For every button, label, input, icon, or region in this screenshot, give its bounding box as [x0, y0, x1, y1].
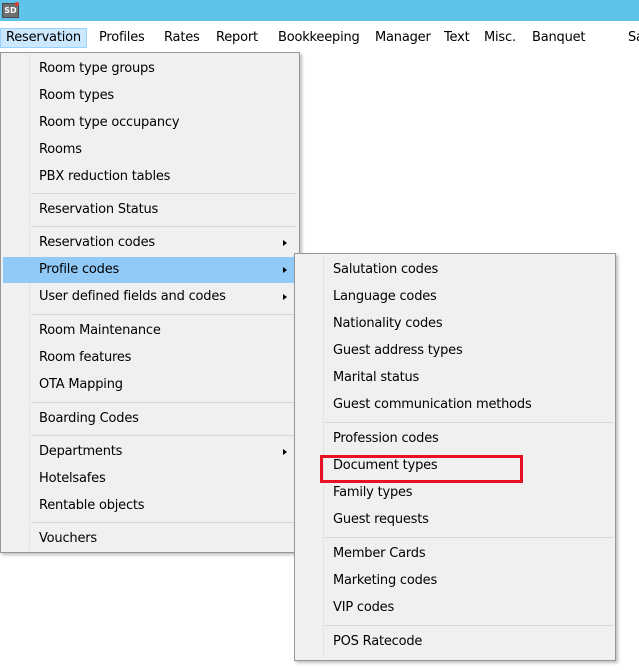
menu-item-label: Room features: [39, 350, 132, 365]
menu-item-guest-requests[interactable]: Guest requests: [297, 507, 613, 533]
menu-item-room-maintenance[interactable]: Room Maintenance: [3, 318, 297, 344]
menu-item-label: Profile codes: [39, 262, 120, 277]
profile-codes-menu: Salutation codes Language codes National…: [294, 253, 616, 661]
menu-item-label: Room type occupancy: [39, 115, 180, 130]
menu-item-family-types[interactable]: Family types: [297, 480, 613, 506]
submenu-arrow-icon: [283, 267, 287, 273]
menu-item-vip-codes[interactable]: VIP codes: [297, 595, 613, 621]
menubar-manager[interactable]: Manager: [375, 28, 431, 48]
menubar-profiles[interactable]: Profiles: [99, 28, 145, 48]
menu-item-user-defined-fields[interactable]: User defined fields and codes: [3, 284, 297, 310]
menu-item-ota-mapping[interactable]: OTA Mapping: [3, 372, 297, 398]
menu-item-label: Hotelsafes: [39, 471, 106, 486]
menu-item-label: Salutation codes: [333, 262, 439, 277]
menu-separator: [31, 193, 297, 194]
menu-separator: [31, 522, 297, 523]
menubar-sa[interactable]: Sa: [628, 28, 639, 48]
menu-item-label: Guest address types: [333, 343, 463, 358]
menu-item-label: PBX reduction tables: [39, 169, 171, 184]
menu-item-label: Room types: [39, 88, 114, 103]
submenu-arrow-icon: [283, 294, 287, 300]
menu-item-label: Language codes: [333, 289, 437, 304]
menu-item-boarding-codes[interactable]: Boarding Codes: [3, 406, 297, 432]
menu-item-rentable-objects[interactable]: Rentable objects: [3, 493, 297, 519]
menu-item-room-features[interactable]: Room features: [3, 345, 297, 371]
menu-item-pos-ratecode[interactable]: POS Ratecode: [297, 629, 613, 655]
menu-item-label: Room Maintenance: [39, 323, 161, 338]
menu-item-room-type-occupancy[interactable]: Room type occupancy: [3, 110, 297, 136]
menu-item-label: Room type groups: [39, 61, 155, 76]
menu-item-guest-communication-methods[interactable]: Guest communication methods: [297, 392, 613, 418]
menubar-banquet[interactable]: Banquet: [532, 28, 586, 48]
menu-item-label: User defined fields and codes: [39, 289, 226, 304]
menu-item-label: Vouchers: [39, 531, 97, 546]
menu-item-label: Rooms: [39, 142, 82, 157]
submenu-arrow-icon: [283, 240, 287, 246]
menu-item-marital-status[interactable]: Marital status: [297, 365, 613, 391]
menu-item-hotelsafes[interactable]: Hotelsafes: [3, 466, 297, 492]
menu-item-label: Marketing codes: [333, 573, 438, 588]
menu-separator: [31, 226, 297, 227]
menu-item-member-cards[interactable]: Member Cards: [297, 541, 613, 567]
title-bar: SD: [0, 0, 639, 21]
menu-item-label: Reservation Status: [39, 202, 159, 217]
menu-item-label: Reservation codes: [39, 235, 155, 250]
menubar-reservation[interactable]: Reservation: [0, 28, 87, 48]
menu-bar: Reservation Profiles Rates Report Bookke…: [0, 21, 639, 53]
menu-separator: [31, 435, 297, 436]
menu-separator: [31, 314, 297, 315]
menu-item-label: Guest requests: [333, 512, 429, 527]
menu-item-label: Guest communication methods: [333, 397, 532, 412]
menu-item-label: Marital status: [333, 370, 420, 385]
menu-item-label: Nationality codes: [333, 316, 443, 331]
menu-item-label: VIP codes: [333, 600, 395, 615]
menu-item-departments[interactable]: Departments: [3, 439, 297, 465]
menu-separator: [31, 402, 297, 403]
menu-item-profile-codes[interactable]: Profile codes: [3, 257, 297, 283]
menu-item-room-type-groups[interactable]: Room type groups: [3, 56, 297, 82]
menu-item-label: Boarding Codes: [39, 411, 139, 426]
menu-item-label: Departments: [39, 444, 123, 459]
menubar-rates[interactable]: Rates: [164, 28, 200, 48]
menu-item-guest-address-types[interactable]: Guest address types: [297, 338, 613, 364]
menu-separator: [325, 537, 613, 538]
menu-item-salutation-codes[interactable]: Salutation codes: [297, 257, 613, 283]
menu-item-document-types[interactable]: Document types: [297, 453, 613, 479]
menubar-bookkeeping[interactable]: Bookkeeping: [278, 28, 360, 48]
menubar-text[interactable]: Text: [444, 28, 470, 48]
menu-item-nationality-codes[interactable]: Nationality codes: [297, 311, 613, 337]
menu-item-pbx-reduction-tables[interactable]: PBX reduction tables: [3, 164, 297, 190]
reservation-menu: Room type groups Room types Room type oc…: [0, 52, 300, 553]
menu-separator: [325, 625, 613, 626]
menubar-report[interactable]: Report: [216, 28, 258, 48]
menu-item-room-types[interactable]: Room types: [3, 83, 297, 109]
menu-item-profession-codes[interactable]: Profession codes: [297, 426, 613, 452]
menu-item-label: Profession codes: [333, 431, 439, 446]
menu-item-label: Member Cards: [333, 546, 426, 561]
menubar-misc[interactable]: Misc.: [484, 28, 516, 48]
menu-item-label: POS Ratecode: [333, 634, 423, 649]
menu-item-reservation-status[interactable]: Reservation Status: [3, 197, 297, 223]
menu-item-label: Family types: [333, 485, 413, 500]
menu-item-reservation-codes[interactable]: Reservation codes: [3, 230, 297, 256]
menu-item-language-codes[interactable]: Language codes: [297, 284, 613, 310]
menu-item-rooms[interactable]: Rooms: [3, 137, 297, 163]
menu-item-label: Document types: [333, 458, 438, 473]
menu-item-vouchers[interactable]: Vouchers: [3, 526, 297, 552]
menu-item-label: OTA Mapping: [39, 377, 123, 392]
menu-item-label: Rentable objects: [39, 498, 145, 513]
menu-item-marketing-codes[interactable]: Marketing codes: [297, 568, 613, 594]
submenu-arrow-icon: [283, 449, 287, 455]
app-icon[interactable]: SD: [2, 2, 19, 18]
menu-separator: [325, 422, 613, 423]
